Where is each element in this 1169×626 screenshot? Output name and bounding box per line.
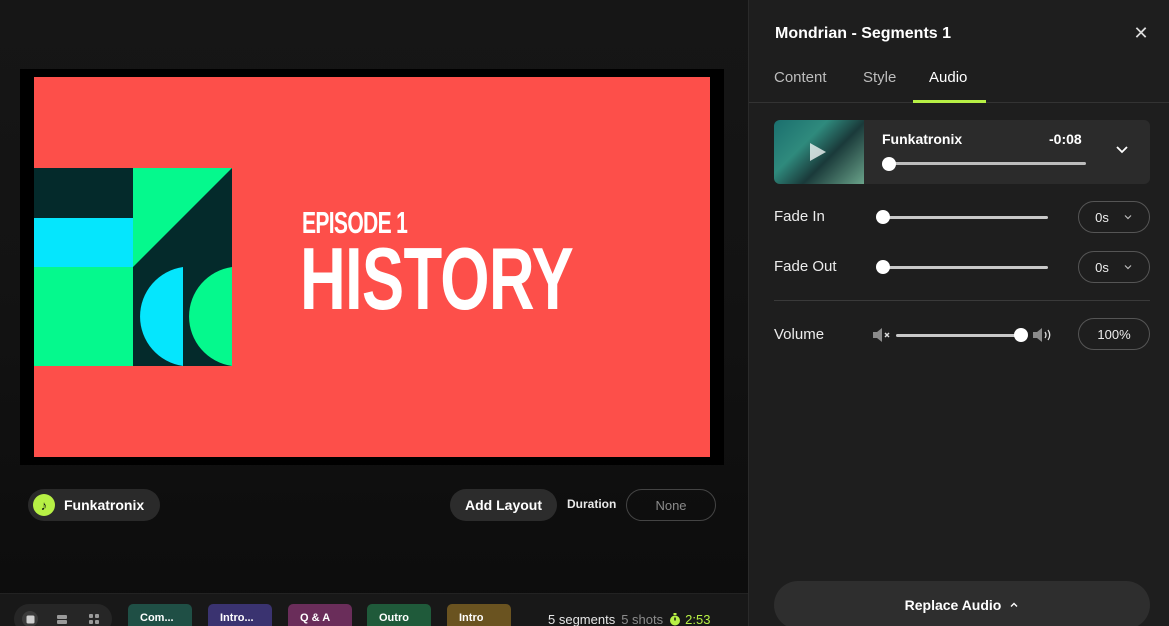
slide-title: HISTORY	[300, 229, 574, 328]
volume-value-box[interactable]: 100%	[1078, 318, 1150, 350]
fade-in-slider[interactable]	[882, 216, 1048, 219]
volume-slider[interactable]	[896, 334, 1022, 337]
track-progress-handle[interactable]	[882, 157, 896, 171]
chevron-down-icon[interactable]	[1115, 142, 1129, 156]
volume-mute-icon[interactable]	[872, 327, 892, 343]
fade-out-slider[interactable]	[882, 266, 1048, 269]
geometric-artwork	[34, 168, 232, 366]
chevron-up-icon	[1010, 602, 1018, 607]
timeline-stats: 5 segments 5 shots 2:53	[548, 612, 710, 626]
single-view-icon[interactable]	[22, 611, 38, 626]
properties-panel: Mondrian - Segments 1 ✕ Content Style Au…	[748, 0, 1169, 626]
volume-label: Volume	[774, 326, 825, 343]
volume-handle[interactable]	[1014, 328, 1028, 342]
segment-tile[interactable]: Com...	[128, 604, 192, 626]
volume-max-icon[interactable]	[1032, 327, 1054, 343]
active-tab-indicator	[913, 100, 986, 103]
grid-view-icon[interactable]	[86, 611, 102, 626]
audio-chip[interactable]: ♪ Funkatronix	[28, 489, 161, 521]
panel-tabs: Content Style Audio	[749, 62, 1169, 103]
shots-count: 5 shots	[621, 612, 664, 626]
segments-count: 5 segments	[548, 612, 616, 626]
close-icon[interactable]: ✕	[1132, 23, 1150, 43]
fade-out-handle[interactable]	[876, 260, 890, 274]
preview-frame: EPISODE 1 HISTORY	[20, 69, 724, 465]
total-duration: 2:53	[669, 612, 710, 626]
add-layout-button[interactable]: Add Layout	[450, 489, 557, 521]
replace-audio-button[interactable]: Replace Audio	[774, 581, 1150, 626]
segment-tile[interactable]: Q & A	[288, 604, 352, 626]
audio-chip-label: Funkatronix	[64, 497, 145, 513]
list-view-icon[interactable]	[54, 611, 70, 626]
tab-style[interactable]: Style	[863, 69, 896, 86]
play-icon[interactable]	[810, 143, 826, 161]
app-window: EPISODE 1 HISTORY ♪ Funkatronix Add Layo…	[0, 0, 1169, 626]
chevron-down-icon	[1124, 265, 1132, 270]
fade-in-select[interactable]: 0s	[1078, 201, 1150, 233]
track-time: -0:08	[1049, 131, 1082, 147]
music-note-icon: ♪	[33, 494, 55, 516]
album-cover[interactable]	[774, 120, 864, 184]
fade-in-value: 0s	[1095, 209, 1109, 225]
chevron-down-icon	[1124, 215, 1132, 220]
preview-stage: EPISODE 1 HISTORY ♪ Funkatronix Add Layo…	[0, 0, 748, 626]
tab-content[interactable]: Content	[774, 69, 827, 86]
total-time: 2:53	[685, 612, 711, 626]
audio-track-card: Funkatronix -0:08	[774, 120, 1150, 184]
volume-value: 100%	[1097, 326, 1131, 342]
duration-select[interactable]: None	[626, 489, 716, 521]
fade-out-label: Fade Out	[774, 258, 837, 275]
section-divider	[774, 300, 1150, 301]
replace-audio-label: Replace Audio	[904, 597, 1002, 613]
view-switcher	[14, 604, 112, 626]
track-progress-slider[interactable]	[886, 162, 1086, 165]
slide-preview[interactable]: EPISODE 1 HISTORY	[34, 77, 710, 457]
segment-tile[interactable]: Intro...	[208, 604, 272, 626]
panel-title: Mondrian - Segments 1	[775, 25, 952, 42]
fade-out-value: 0s	[1095, 259, 1109, 275]
fade-in-handle[interactable]	[876, 210, 890, 224]
segment-tile[interactable]: Intro	[447, 604, 511, 626]
timeline-bar: Com... Intro... Q & A Outro Intro 5 segm…	[0, 593, 748, 626]
duration-label: Duration	[567, 497, 617, 511]
track-name: Funkatronix	[882, 131, 963, 147]
tab-audio[interactable]: Audio	[929, 69, 967, 86]
fade-out-select[interactable]: 0s	[1078, 251, 1150, 283]
segment-tile[interactable]: Outro	[367, 604, 431, 626]
fade-in-label: Fade In	[774, 208, 825, 225]
stopwatch-icon	[670, 613, 681, 626]
